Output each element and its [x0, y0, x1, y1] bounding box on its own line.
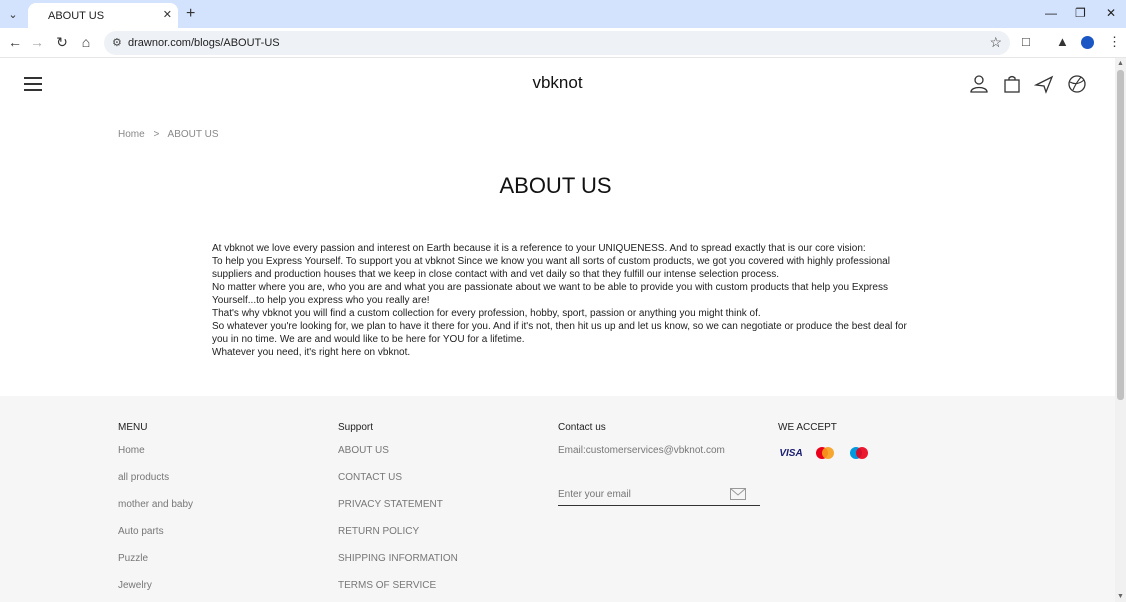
minimize-icon[interactable]: —	[1045, 6, 1057, 20]
maestro-logo	[850, 447, 868, 459]
plane-tracking-icon[interactable]	[1034, 74, 1054, 94]
newsletter-email-input[interactable]	[558, 484, 718, 505]
home-icon[interactable]: ⌂	[77, 34, 95, 50]
about-content: At vbknot we love every passion and inte…	[212, 242, 912, 359]
footer-link-shipping[interactable]: SHIPPING INFORMATION	[338, 553, 458, 580]
footer-menu-heading: MENU	[118, 422, 148, 433]
bookmark-star-icon[interactable]: ☆	[989, 34, 1002, 51]
extensions-icon[interactable]: □	[1022, 34, 1030, 49]
page-viewport: vbknot Home > ABOUT US ABOUT US At vbkno…	[0, 58, 1115, 602]
footer-link-puzzle[interactable]: Puzzle	[118, 553, 193, 580]
paragraph-line: To help you Express Yourself. To support…	[212, 256, 890, 280]
forward-arrow-icon[interactable]: →	[28, 34, 46, 50]
breadcrumb-current: ABOUT US	[167, 129, 219, 140]
visa-card-icon: VISA	[778, 445, 804, 461]
restore-icon[interactable]: ❐	[1075, 6, 1086, 20]
footer-contact-heading: Contact us	[558, 422, 606, 433]
back-arrow-icon[interactable]: ←	[6, 34, 24, 50]
account-user-icon[interactable]	[969, 74, 989, 94]
footer-link-mother-baby[interactable]: mother and baby	[118, 499, 193, 526]
labs-flask-icon[interactable]: ▲	[1056, 34, 1069, 49]
scroll-up-arrow-icon[interactable]: ▲	[1117, 60, 1124, 67]
footer-accept-column: WE ACCEPT VISA	[778, 422, 872, 461]
profile-avatar-icon[interactable]	[1081, 36, 1094, 49]
paragraph-line: That's why vbknot you will find a custom…	[212, 308, 761, 319]
active-tab[interactable]: ABOUT US ✕	[28, 3, 178, 28]
footer-link-terms[interactable]: TERMS OF SERVICE	[338, 580, 458, 602]
maestro-card-icon	[846, 445, 872, 461]
site-info-icon[interactable]: ⚙	[112, 36, 122, 49]
shopping-bag-icon[interactable]	[1002, 74, 1022, 94]
new-tab-plus-icon[interactable]: +	[186, 5, 195, 23]
newsletter-form	[558, 484, 760, 506]
url-text[interactable]: drawnor.com/blogs/ABOUT-US	[128, 37, 280, 49]
tab-close-icon[interactable]: ✕	[163, 8, 172, 21]
footer-link-jewelry[interactable]: Jewelry	[118, 580, 193, 602]
close-window-icon[interactable]: ✕	[1106, 6, 1116, 20]
footer-link-return-policy[interactable]: RETURN POLICY	[338, 526, 458, 553]
paragraph-line: At vbknot we love every passion and inte…	[212, 243, 866, 254]
page-scrollbar[interactable]: ▲ ▼	[1115, 58, 1126, 602]
page-title: ABOUT US	[499, 173, 612, 198]
address-bar[interactable]: ⚙ drawnor.com/blogs/ABOUT-US ☆	[104, 31, 1010, 55]
browser-menu-icon[interactable]: ⋮	[1108, 34, 1121, 50]
tab-title: ABOUT US	[48, 10, 105, 22]
globe-language-icon[interactable]	[1067, 74, 1087, 94]
payment-cards: VISA	[778, 445, 872, 461]
site-footer: MENU Home all products mother and baby A…	[0, 396, 1115, 602]
visa-logo-text: VISA	[779, 447, 803, 459]
reload-icon[interactable]: ↻	[53, 34, 71, 51]
paragraph-line: So whatever you're looking for, we plan …	[212, 321, 907, 345]
footer-menu-column: MENU Home all products mother and baby A…	[118, 422, 193, 602]
mastercard-logo	[816, 447, 834, 459]
scroll-down-arrow-icon[interactable]: ▼	[1117, 593, 1124, 600]
breadcrumb-home-link[interactable]: Home	[118, 129, 145, 140]
footer-link-privacy[interactable]: PRIVACY STATEMENT	[338, 499, 458, 526]
contact-email[interactable]: Email:customerservices@vbknot.com	[558, 445, 768, 456]
breadcrumb-separator: >	[153, 129, 160, 140]
footer-link-all-products[interactable]: all products	[118, 472, 193, 499]
footer-link-home[interactable]: Home	[118, 445, 193, 472]
send-envelope-icon[interactable]	[730, 488, 746, 500]
footer-link-auto-parts[interactable]: Auto parts	[118, 526, 193, 553]
footer-link-about-us[interactable]: ABOUT US	[338, 445, 458, 472]
footer-link-contact-us[interactable]: CONTACT US	[338, 472, 458, 499]
scrollbar-thumb[interactable]	[1117, 70, 1124, 400]
breadcrumb: Home > ABOUT US	[118, 129, 224, 140]
mastercard-card-icon	[812, 445, 838, 461]
site-logo[interactable]: vbknot	[0, 73, 1115, 93]
browser-tab-strip: ⌄ ABOUT US ✕ + — ❐ ✕	[0, 0, 1126, 28]
footer-support-heading: Support	[338, 422, 374, 433]
browser-toolbar: ← → ↻ ⌂ ⚙ drawnor.com/blogs/ABOUT-US ☆ □…	[0, 28, 1126, 58]
footer-support-column: Support ABOUT US CONTACT US PRIVACY STAT…	[338, 422, 458, 602]
footer-contact-column: Contact us Email:customerservices@vbknot…	[558, 422, 768, 522]
tab-search-chevron-icon[interactable]: ⌄	[4, 5, 22, 23]
footer-accept-heading: WE ACCEPT	[778, 422, 837, 433]
paragraph-line: No matter where you are, who you are and…	[212, 282, 888, 306]
paragraph-line: Whatever you need, it's right here on vb…	[212, 347, 411, 358]
